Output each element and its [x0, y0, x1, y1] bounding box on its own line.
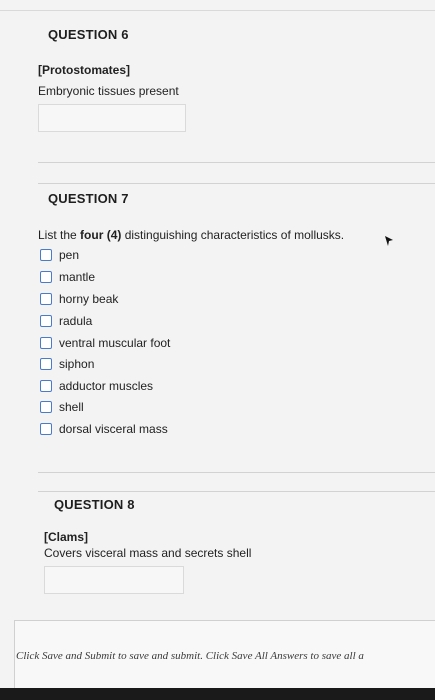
mouse-pointer-icon — [385, 236, 393, 246]
option-adductor-muscles[interactable]: adductor muscles — [40, 378, 153, 394]
option-label: mantle — [59, 270, 96, 284]
checkbox-icon[interactable] — [40, 271, 52, 283]
question-7-prompt: List the four (4) distinguishing charact… — [38, 228, 345, 242]
question-6-prompt: Embryonic tissues present — [38, 84, 179, 98]
option-horny-beak[interactable]: horny beak — [40, 291, 118, 307]
checkbox-icon[interactable] — [40, 423, 52, 435]
question-8-title: QUESTION 8 — [54, 497, 135, 512]
checkbox-icon[interactable] — [40, 337, 52, 349]
question-7-top-divider — [38, 183, 435, 184]
top-divider — [0, 10, 435, 11]
question-8-top-divider — [38, 491, 435, 492]
footer-instructions: Click Save and Submit to save and submit… — [16, 650, 364, 662]
question-8-answer-input[interactable] — [44, 566, 184, 594]
checkbox-icon[interactable] — [40, 380, 52, 392]
question-7-divider — [38, 472, 435, 473]
option-label: adductor muscles — [59, 379, 154, 393]
question-7-title: QUESTION 7 — [48, 191, 129, 206]
option-dorsal-visceral-mass[interactable]: dorsal visceral mass — [40, 421, 168, 437]
option-label: radula — [59, 314, 93, 328]
question-6-tag: [Protostomates] — [38, 63, 131, 77]
checkbox-icon[interactable] — [40, 293, 52, 305]
option-label: dorsal visceral mass — [59, 422, 168, 436]
option-label: shell — [59, 400, 84, 414]
checkbox-icon[interactable] — [40, 249, 52, 261]
question-6-title: QUESTION 6 — [48, 27, 129, 42]
question-6-divider — [38, 162, 435, 163]
option-radula[interactable]: radula — [40, 313, 92, 329]
option-label: pen — [59, 248, 80, 262]
checkbox-icon[interactable] — [40, 401, 52, 413]
option-label: siphon — [59, 357, 95, 371]
option-ventral-muscular-foot[interactable]: ventral muscular foot — [40, 335, 170, 351]
checkbox-icon[interactable] — [40, 358, 52, 370]
option-siphon[interactable]: siphon — [40, 356, 94, 372]
checkbox-icon[interactable] — [40, 315, 52, 327]
question-6-answer-input[interactable] — [38, 104, 186, 132]
bottom-bar — [0, 688, 435, 700]
option-pen[interactable]: pen — [40, 247, 79, 263]
option-label: ventral muscular foot — [59, 336, 171, 350]
question-8-prompt: Covers visceral mass and secrets shell — [44, 546, 252, 560]
question-8-tag: [Clams] — [44, 530, 89, 544]
option-label: horny beak — [59, 292, 119, 306]
option-shell[interactable]: shell — [40, 399, 84, 415]
option-mantle[interactable]: mantle — [40, 269, 95, 285]
